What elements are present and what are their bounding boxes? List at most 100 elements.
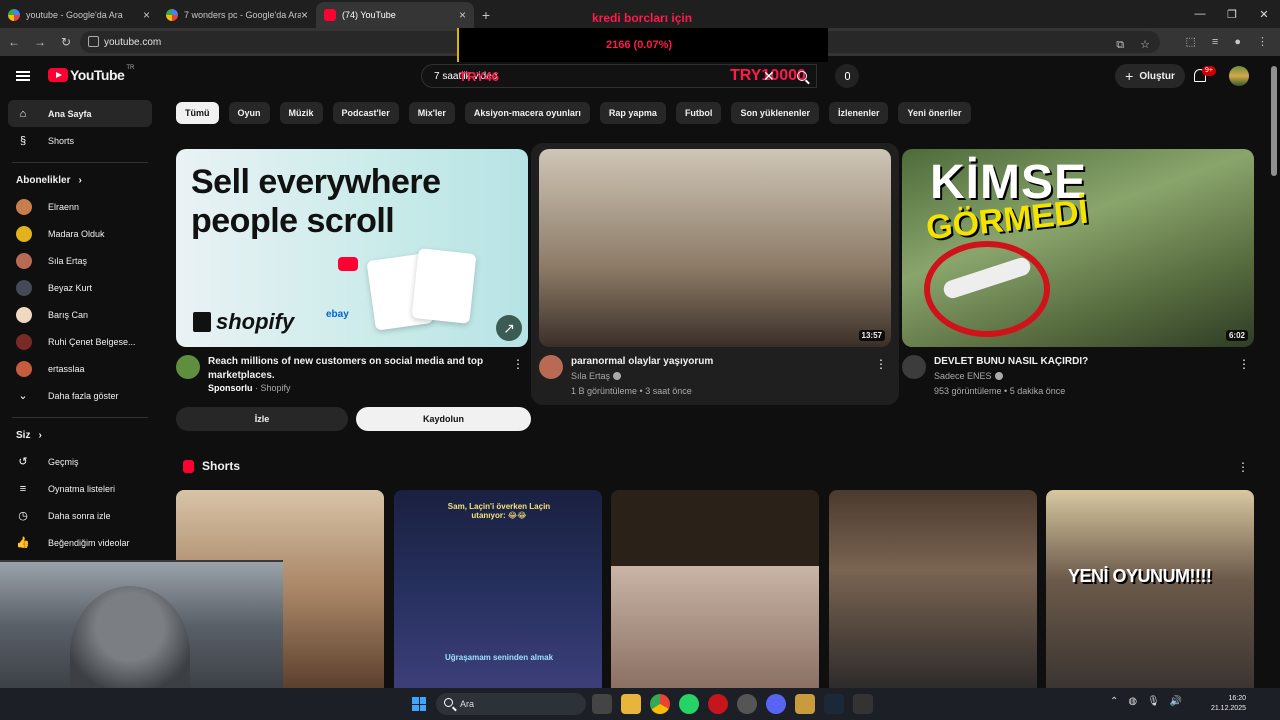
- new-tab-button[interactable]: +: [474, 2, 498, 28]
- volume-icon[interactable]: 🔊: [1170, 696, 1182, 707]
- video-thumbnail[interactable]: 13:57: [539, 149, 891, 347]
- open-external-icon[interactable]: ↗: [496, 315, 522, 341]
- media-icon[interactable]: ≡: [1212, 28, 1218, 56]
- obs-icon[interactable]: [737, 694, 757, 714]
- windows-start-icon[interactable]: [412, 697, 426, 711]
- sidebar-item-subscription[interactable]: ertasslaa: [8, 355, 152, 382]
- sidebar-item-subscription[interactable]: Elraenn: [8, 193, 152, 220]
- short-card[interactable]: [829, 490, 1037, 690]
- menu-icon[interactable]: ⋮: [1257, 28, 1268, 56]
- more-options-icon[interactable]: ⋮: [1238, 357, 1250, 371]
- channel-name[interactable]: Sadece ENES: [934, 371, 1003, 381]
- network-icon[interactable]: ◍: [1128, 696, 1137, 707]
- chip[interactable]: Yeni öneriler: [898, 102, 971, 124]
- account-avatar[interactable]: [1229, 66, 1249, 86]
- short-card[interactable]: [611, 490, 819, 690]
- sidebar-item-subscription[interactable]: Barış Can: [8, 301, 152, 328]
- more-options-icon[interactable]: ⋮: [512, 357, 524, 371]
- back-icon[interactable]: ←: [2, 30, 26, 54]
- voice-search-button[interactable]: [835, 64, 859, 88]
- chip[interactable]: Rap yapma: [599, 102, 666, 124]
- sidebar-divider: [12, 162, 148, 163]
- chip[interactable]: Müzik: [279, 102, 323, 124]
- bookmark-star-icon[interactable]: ☆: [1140, 31, 1150, 59]
- sponsored-line: Sponsorlu · Shopify: [208, 383, 291, 393]
- channel-avatar[interactable]: [902, 355, 926, 379]
- shopify-avatar[interactable]: [176, 355, 200, 379]
- opera-icon[interactable]: [708, 694, 728, 714]
- channel-avatar[interactable]: [539, 355, 563, 379]
- file-explorer-icon[interactable]: [621, 694, 641, 714]
- chip[interactable]: Aksiyon-macera oyunları: [464, 102, 590, 124]
- maximize-icon[interactable]: ❐: [1216, 0, 1248, 28]
- task-view-icon[interactable]: [592, 694, 612, 714]
- sidebar-item-subscription[interactable]: Madara Olduk: [8, 220, 152, 247]
- video-title[interactable]: paranormal olaylar yaşıyorum: [571, 355, 871, 369]
- install-app-icon[interactable]: ⧉: [1116, 31, 1124, 59]
- reload-icon[interactable]: ↻: [54, 30, 78, 54]
- extensions-icon[interactable]: ⬚: [1186, 28, 1196, 56]
- subscribe-button[interactable]: Kaydolun: [356, 407, 531, 431]
- taskbar-search[interactable]: Ara: [436, 693, 586, 715]
- more-options-icon[interactable]: ⋮: [875, 357, 887, 371]
- subscriptions-heading[interactable]: Abonelikler ›: [16, 171, 160, 189]
- mic-tray-icon[interactable]: 🎙: [1147, 696, 1160, 707]
- app-icon[interactable]: [853, 694, 873, 714]
- channel-name[interactable]: Sıla Ertaş: [571, 371, 622, 381]
- sidebar-item-subscription[interactable]: Ruhi Çenet Belgese...: [8, 328, 152, 355]
- chip[interactable]: Mix'ler: [408, 102, 455, 124]
- profile-icon[interactable]: ●: [1234, 28, 1241, 56]
- youtube-logo[interactable]: YouTube TR: [48, 65, 134, 83]
- league-icon[interactable]: [795, 694, 815, 714]
- close-tab-icon[interactable]: ×: [459, 8, 466, 22]
- sidebar-item-subscription[interactable]: Beyaz Kurt: [8, 274, 152, 301]
- sidebar-item-playlists[interactable]: ≡ Oynatma listeleri: [8, 475, 152, 502]
- chip[interactable]: Futbol: [675, 102, 722, 124]
- ad-title[interactable]: Reach millions of new customers on socia…: [208, 355, 508, 383]
- chip[interactable]: İzlenenler: [828, 102, 889, 124]
- search-button[interactable]: [786, 64, 818, 88]
- short-card[interactable]: Sam, Laçin'i överken Laçin utanıyor: 😂😂 …: [394, 490, 602, 690]
- video-meta: DEVLET BUNU NASIL KAÇIRDI? Sadece ENES 9…: [902, 355, 1254, 415]
- close-tab-icon[interactable]: ×: [143, 8, 150, 22]
- close-tab-icon[interactable]: ×: [301, 8, 308, 22]
- sidebar-item-shorts[interactable]: § Shorts: [8, 127, 152, 154]
- chrome-icon[interactable]: [650, 694, 670, 714]
- minimize-icon[interactable]: —: [1184, 0, 1216, 28]
- steam-icon[interactable]: [824, 694, 844, 714]
- sidebar-item-subscription[interactable]: Sıla Ertaş: [8, 247, 152, 274]
- video-title[interactable]: DEVLET BUNU NASIL KAÇIRDI?: [934, 355, 1234, 369]
- sidebar-show-more[interactable]: ⌄ Daha fazla göster: [8, 382, 152, 409]
- chip[interactable]: Podcast'ler: [332, 102, 399, 124]
- menu-hamburger-icon[interactable]: [16, 71, 30, 81]
- close-window-icon[interactable]: ✕: [1248, 0, 1280, 28]
- browser-tab-active[interactable]: (74) YouTube ×: [316, 2, 474, 28]
- taskbar-clock[interactable]: 16:20 21.12.2025: [1210, 694, 1246, 714]
- chip-all[interactable]: Tümü: [176, 102, 219, 124]
- whatsapp-icon[interactable]: [679, 694, 699, 714]
- browser-tab[interactable]: youtube - Google'da Ara ×: [0, 2, 158, 28]
- sidebar-item-history[interactable]: ↺ Geçmiş: [8, 448, 152, 475]
- scrollbar-thumb[interactable]: [1271, 66, 1277, 176]
- clear-search-icon[interactable]: ✕: [763, 68, 775, 85]
- video-card[interactable]: 13:57 paranormal olaylar yaşıyorum Sıla …: [539, 149, 891, 415]
- chip[interactable]: Oyun: [228, 102, 270, 124]
- watch-button[interactable]: İzle: [176, 407, 348, 431]
- browser-tab[interactable]: 7 wonders pc - Google'da Ara ×: [158, 2, 316, 28]
- more-options-icon[interactable]: ⋮: [1237, 460, 1249, 474]
- sidebar-item-watch-later[interactable]: ◷ Daha sonra izle: [8, 502, 152, 529]
- you-heading[interactable]: Siz ›: [16, 426, 160, 444]
- sidebar-item-liked-videos[interactable]: 👍 Beğendiğim videolar: [8, 529, 152, 556]
- tray-chevron-icon[interactable]: ⌃: [1110, 696, 1118, 707]
- discord-icon[interactable]: [766, 694, 786, 714]
- video-card[interactable]: KİMSE GÖRMEDİ 6:02 DEVLET BUNU NASIL KAÇ…: [902, 149, 1254, 415]
- sidebar-item-home[interactable]: ⌂ Ana Sayfa: [8, 100, 152, 127]
- video-thumbnail[interactable]: KİMSE GÖRMEDİ 6:02: [902, 149, 1254, 347]
- chip[interactable]: Son yüklenenler: [731, 102, 819, 124]
- forward-icon[interactable]: →: [28, 30, 52, 54]
- short-card[interactable]: YENİ OYUNUM!!!!: [1046, 490, 1254, 690]
- page-scrollbar[interactable]: [1268, 56, 1280, 688]
- ad-thumbnail[interactable]: Sell everywhere people scroll ebay shopi…: [176, 149, 528, 347]
- create-button[interactable]: + Oluştur: [1115, 64, 1185, 88]
- site-info-icon[interactable]: [88, 36, 99, 47]
